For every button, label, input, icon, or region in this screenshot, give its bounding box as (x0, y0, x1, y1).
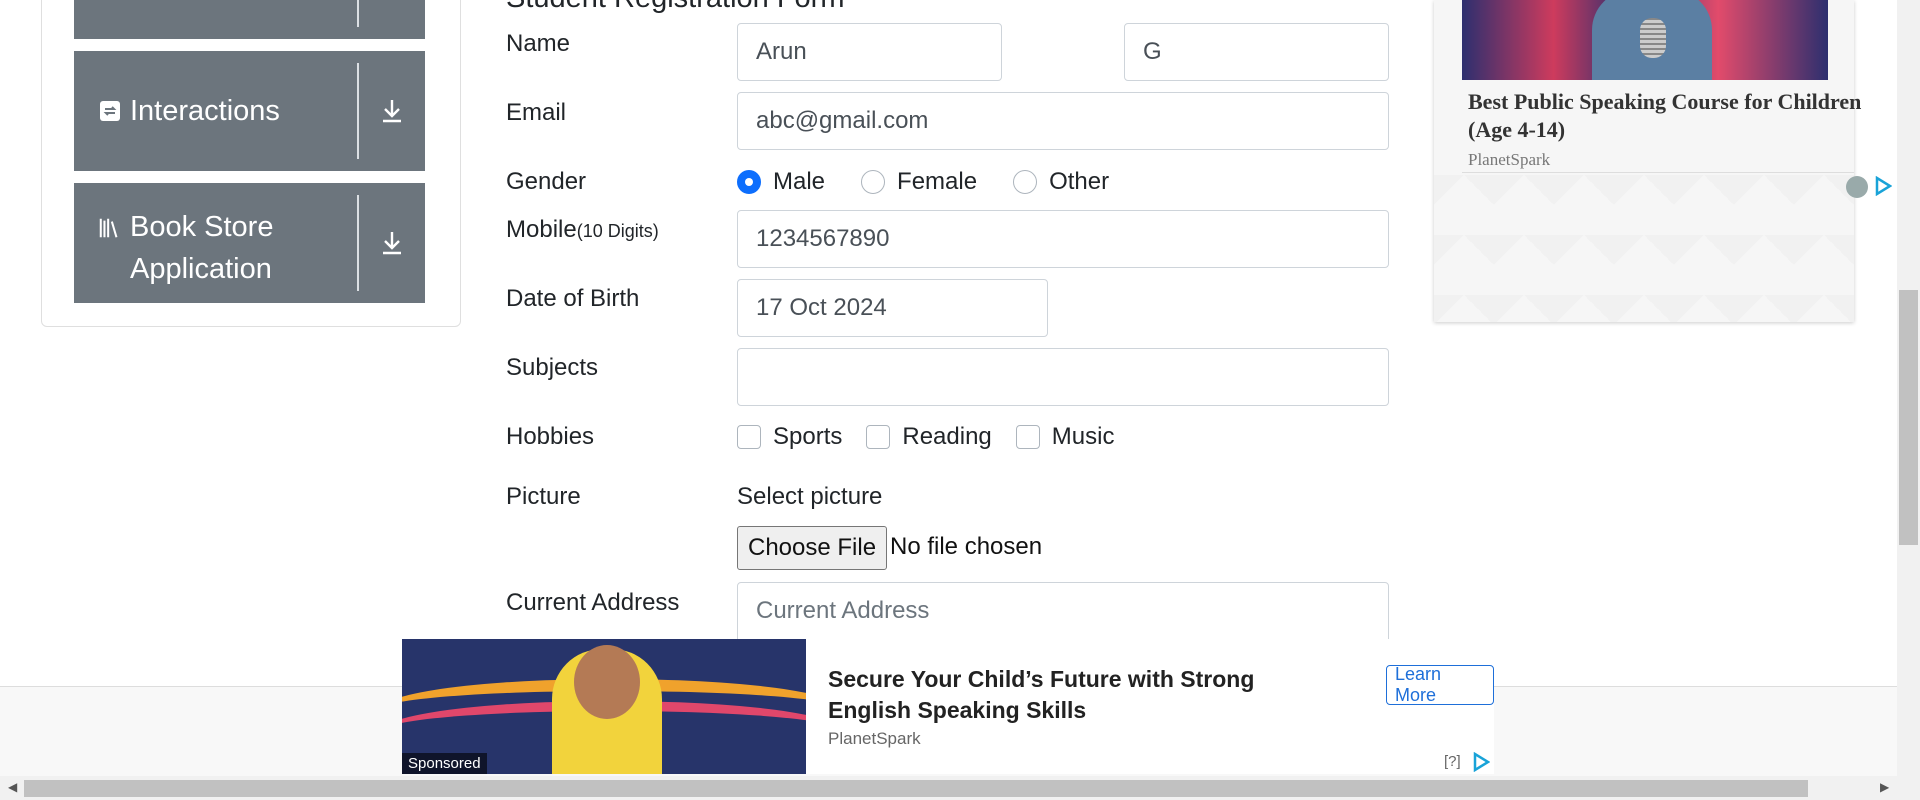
picture-label: Picture (506, 483, 581, 510)
radio-label: Other (1049, 168, 1110, 195)
checkbox[interactable] (737, 425, 761, 449)
radio-button[interactable] (1013, 170, 1038, 194)
hobbies-label: Hobbies (506, 423, 595, 450)
learn-more-button[interactable]: Learn More (1386, 664, 1494, 705)
horizontal-scrollbar-thumb[interactable] (24, 780, 1808, 797)
ad-help-link[interactable]: [?] (1444, 753, 1461, 770)
checkbox[interactable] (866, 425, 891, 449)
email-input[interactable]: abc@gmail.com (737, 92, 1389, 150)
ad-headline[interactable]: Best Public Speaking Course for Children… (1468, 88, 1868, 144)
select-picture-label: Select picture (737, 483, 883, 510)
radio-label: Male (773, 168, 826, 195)
ad-bottom[interactable]: Sponsored Secure Your Child’s Future wit… (402, 639, 1494, 774)
ad-image[interactable]: Sponsored (402, 639, 806, 774)
subjects-input[interactable] (737, 348, 1389, 406)
ad-right[interactable]: Best Public Speaking Course for Children… (1434, 0, 1892, 322)
sidebar-group-label: Book Store Application (130, 206, 273, 290)
mobile-hint: (10 Digits) (576, 221, 659, 241)
checkbox[interactable] (1015, 425, 1040, 449)
sidebar-group-label-line2: Application (130, 253, 272, 285)
ad-brand[interactable]: PlanetSpark (1468, 150, 1550, 170)
mobile-label: Mobile(10 Digits) (506, 216, 659, 244)
sidebar-group-interactions[interactable]: Interactions (74, 51, 425, 171)
sidebar-group-collapsed[interactable] (74, 0, 425, 39)
dob-label: Date of Birth (506, 285, 640, 312)
radio-label: Female (897, 168, 978, 195)
gender-radio-male[interactable]: Male (737, 168, 825, 196)
checkbox-label: Music (1051, 423, 1115, 450)
sidebar-group-book-store[interactable]: Book Store Application (74, 183, 425, 303)
current-address-label: Current Address (506, 589, 680, 616)
gender-radio-other[interactable]: Other (1013, 168, 1109, 196)
page-title: Student Registration Form (506, 0, 844, 15)
download-icon[interactable] (359, 230, 425, 256)
email-label: Email (506, 99, 567, 126)
ad-pattern (1434, 175, 1854, 322)
gender-radio-female[interactable]: Female (861, 168, 977, 196)
checkbox-label: Sports (773, 423, 843, 450)
microphone-icon (1640, 18, 1666, 58)
adchoices-icon[interactable] (1874, 176, 1892, 196)
divider (357, 63, 359, 159)
sidebar-group-label: Interactions (130, 94, 280, 127)
gender-label: Gender (506, 168, 587, 195)
radio-button[interactable] (737, 170, 761, 194)
adchoices-icon[interactable] (1472, 752, 1490, 772)
books-icon (98, 216, 122, 240)
radio-button[interactable] (861, 170, 886, 194)
hobby-checkbox-sports[interactable]: Sports (737, 423, 842, 451)
divider (357, 195, 359, 291)
ad-brand[interactable]: PlanetSpark (828, 729, 921, 749)
scroll-left-arrow-icon[interactable]: ◀ (8, 780, 17, 794)
hobby-checkbox-music[interactable]: Music (1015, 423, 1115, 451)
name-label: Name (506, 30, 571, 57)
vertical-scrollbar-thumb[interactable] (1899, 290, 1918, 545)
sponsored-label: Sponsored (402, 753, 487, 774)
gender-radio-group: Male Female Other (737, 168, 1145, 196)
divider (357, 0, 359, 27)
mobile-label-text: Mobile (506, 216, 577, 243)
choose-file-button[interactable]: Choose File (737, 526, 888, 570)
subjects-label: Subjects (506, 354, 599, 381)
sidebar-group-label-line1: Book Store (130, 211, 274, 243)
ad-headline[interactable]: Secure Your Child’s Future with Strong E… (828, 664, 1328, 726)
divider (1462, 172, 1854, 173)
scroll-right-arrow-icon[interactable]: ▶ (1880, 780, 1889, 794)
swap-icon (98, 99, 122, 123)
ad-privacy-icon[interactable] (1846, 176, 1868, 198)
last-name-input[interactable]: G (1124, 23, 1389, 81)
checkbox-label: Reading (902, 423, 992, 450)
file-status-text: No file chosen (890, 533, 1043, 560)
ad-image[interactable] (1462, 0, 1828, 80)
download-icon[interactable] (359, 98, 425, 124)
first-name-input[interactable]: Arun (737, 23, 1002, 81)
hobbies-checkbox-group: Sports Reading Music (737, 423, 1138, 451)
mobile-input[interactable]: 1234567890 (737, 210, 1389, 268)
hobby-checkbox-reading[interactable]: Reading (866, 423, 992, 451)
dob-input[interactable]: 17 Oct 2024 (737, 279, 1048, 337)
